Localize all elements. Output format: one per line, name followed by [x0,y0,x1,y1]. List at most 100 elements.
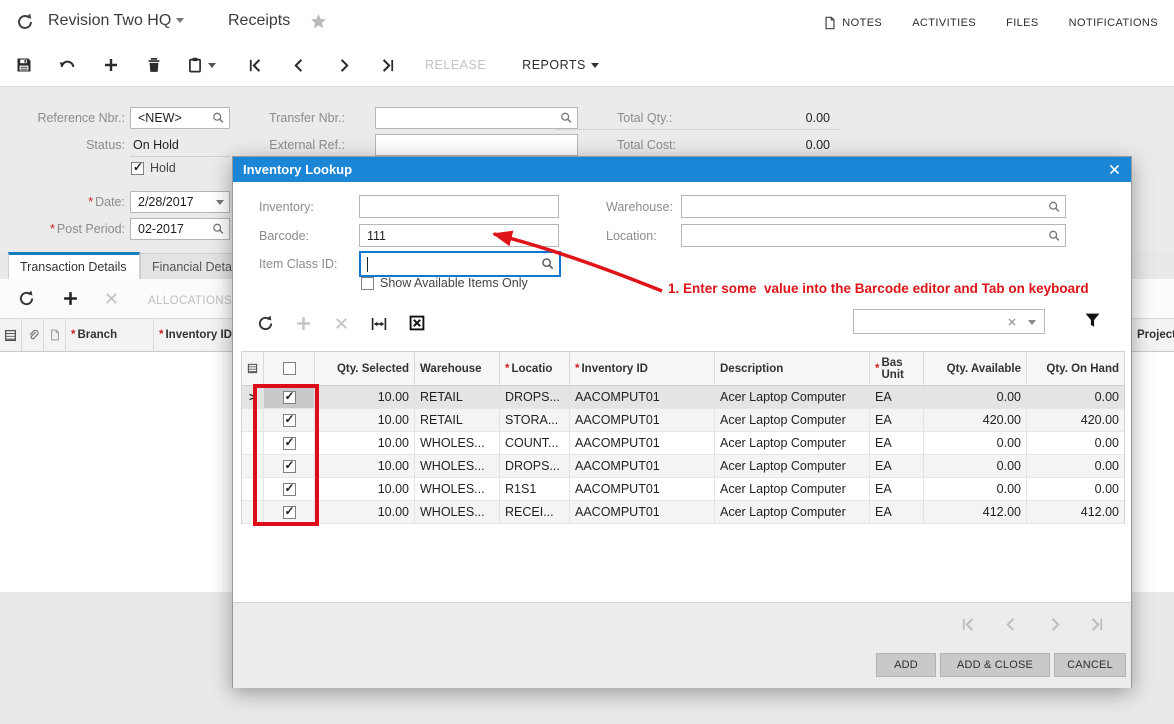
previous-record-button[interactable] [292,58,307,73]
activities-link[interactable]: ACTIVITIES [912,16,976,30]
lookup-refresh-button[interactable] [257,315,274,332]
dialog-titlebar[interactable]: Inventory Lookup [233,157,1131,182]
search-icon[interactable] [1048,200,1061,213]
cell-warehouse[interactable]: WHOLES... [415,455,500,477]
cell-qty-on-hand[interactable]: 0.00 [1027,455,1124,477]
cell-inventory-id[interactable]: AACOMPUT01 [570,455,715,477]
cell-qty-selected[interactable]: 10.00 [315,386,415,408]
cell-description[interactable]: Acer Laptop Computer [715,501,870,523]
barcode-field[interactable]: 111 [359,224,559,247]
date-field[interactable]: 2/28/2017 [130,191,230,213]
col-qty-on-hand[interactable]: Qty. On Hand [1027,352,1124,385]
cell-description[interactable]: Acer Laptop Computer [715,432,870,454]
grid-refresh-button[interactable] [18,290,35,307]
cell-description[interactable]: Acer Laptop Computer [715,478,870,500]
select-all-checkbox-cell[interactable] [264,352,315,385]
search-icon[interactable] [541,257,555,271]
cell-base-unit[interactable]: EA [870,409,924,431]
chevron-down-icon[interactable] [1028,320,1036,329]
delete-record-button[interactable] [146,57,162,73]
grid-delete-row-button[interactable] [104,291,119,306]
item-class-field[interactable] [359,251,561,277]
allocations-button[interactable]: ALLOCATIONS [148,295,232,307]
col-qty-available[interactable]: Qty. Available [924,352,1027,385]
lookup-delete-button[interactable] [334,316,349,331]
col-location[interactable]: * Locatio [500,352,570,385]
page-previous-button[interactable] [1004,617,1019,632]
table-row[interactable]: > 10.00 RETAIL DROPS... AACOMPUT01 Acer … [242,386,1124,409]
clipboard-menu-button[interactable] [187,57,216,73]
add-and-close-button[interactable]: ADD & CLOSE [940,653,1050,677]
col-warehouse[interactable]: Warehouse [415,352,500,385]
table-row[interactable]: 10.00 WHOLES... DROPS... AACOMPUT01 Acer… [242,455,1124,478]
branch-column-header[interactable]: * Branch [66,318,154,352]
cell-location[interactable]: RECEI... [500,501,570,523]
cell-location[interactable]: DROPS... [500,386,570,408]
cell-warehouse[interactable]: WHOLES... [415,432,500,454]
cell-location[interactable]: COUNT... [500,432,570,454]
external-ref-field[interactable] [375,134,578,156]
cell-qty-selected[interactable]: 10.00 [315,409,415,431]
cell-description[interactable]: Acer Laptop Computer [715,386,870,408]
cell-qty-available[interactable]: 0.00 [924,478,1027,500]
reports-menu-button[interactable]: REPORTS [522,58,599,72]
warehouse-field[interactable] [681,195,1066,218]
col-inventory-id[interactable]: * Inventory ID [570,352,715,385]
cell-qty-available[interactable]: 412.00 [924,501,1027,523]
cell-qty-selected[interactable]: 10.00 [315,501,415,523]
search-icon[interactable] [212,223,225,236]
close-icon[interactable] [1108,163,1121,176]
page-last-button[interactable] [1089,617,1104,632]
page-next-button[interactable] [1047,617,1062,632]
cell-qty-selected[interactable]: 10.00 [315,432,415,454]
filter-funnel-icon[interactable] [1084,312,1101,329]
table-row[interactable]: 10.00 WHOLES... COUNT... AACOMPUT01 Acer… [242,432,1124,455]
cell-location[interactable]: DROPS... [500,455,570,477]
hold-checkbox[interactable] [131,161,144,175]
post-period-field[interactable]: 02-2017 [130,218,230,240]
col-qty-selected[interactable]: Qty. Selected [315,352,415,385]
cell-warehouse[interactable]: WHOLES... [415,478,500,500]
cell-qty-on-hand[interactable]: 0.00 [1027,432,1124,454]
cell-base-unit[interactable]: EA [870,386,924,408]
tab-transaction-details[interactable]: Transaction Details [8,252,140,279]
cell-description[interactable]: Acer Laptop Computer [715,455,870,477]
cell-base-unit[interactable]: EA [870,432,924,454]
undo-button[interactable] [59,57,76,74]
location-field[interactable] [681,224,1066,247]
favorite-star-icon[interactable] [310,13,327,30]
add-record-button[interactable] [103,57,119,73]
reference-nbr-field[interactable]: <NEW> [130,107,230,129]
cell-warehouse[interactable]: RETAIL [415,386,500,408]
company-selector[interactable]: Revision Two HQ [48,12,185,30]
col-base-unit[interactable]: * Bas Unit [870,352,924,385]
release-button[interactable]: RELEASE [425,58,486,72]
cell-warehouse[interactable]: WHOLES... [415,501,500,523]
cell-warehouse[interactable]: RETAIL [415,409,500,431]
chevron-down-icon[interactable] [216,200,224,209]
lookup-add-button[interactable] [295,315,312,332]
cell-qty-on-hand[interactable]: 0.00 [1027,478,1124,500]
table-row[interactable]: 10.00 WHOLES... RECEI... AACOMPUT01 Acer… [242,501,1124,524]
table-row[interactable]: 10.00 RETAIL STORA... AACOMPUT01 Acer La… [242,409,1124,432]
search-icon[interactable] [560,112,573,125]
cell-qty-available[interactable]: 0.00 [924,432,1027,454]
inventory-field[interactable] [359,195,559,218]
page-first-button[interactable] [961,617,976,632]
table-row[interactable]: 10.00 WHOLES... R1S1 AACOMPUT01 Acer Lap… [242,478,1124,501]
cell-qty-available[interactable]: 0.00 [924,386,1027,408]
lookup-search-field[interactable] [853,309,1045,334]
cell-qty-selected[interactable]: 10.00 [315,455,415,477]
notes-link[interactable]: NOTES [823,16,882,30]
inventory-column-header[interactable]: * Inventory ID [154,318,244,352]
cell-qty-on-hand[interactable]: 420.00 [1027,409,1124,431]
export-excel-button[interactable] [409,315,425,331]
cell-qty-available[interactable]: 420.00 [924,409,1027,431]
last-record-button[interactable] [380,58,395,73]
refresh-page-icon[interactable] [16,13,34,31]
cell-qty-on-hand[interactable]: 412.00 [1027,501,1124,523]
files-link[interactable]: FILES [1006,16,1039,30]
notifications-link[interactable]: NOTIFICATIONS [1069,16,1158,30]
cell-qty-available[interactable]: 0.00 [924,455,1027,477]
cell-inventory-id[interactable]: AACOMPUT01 [570,501,715,523]
